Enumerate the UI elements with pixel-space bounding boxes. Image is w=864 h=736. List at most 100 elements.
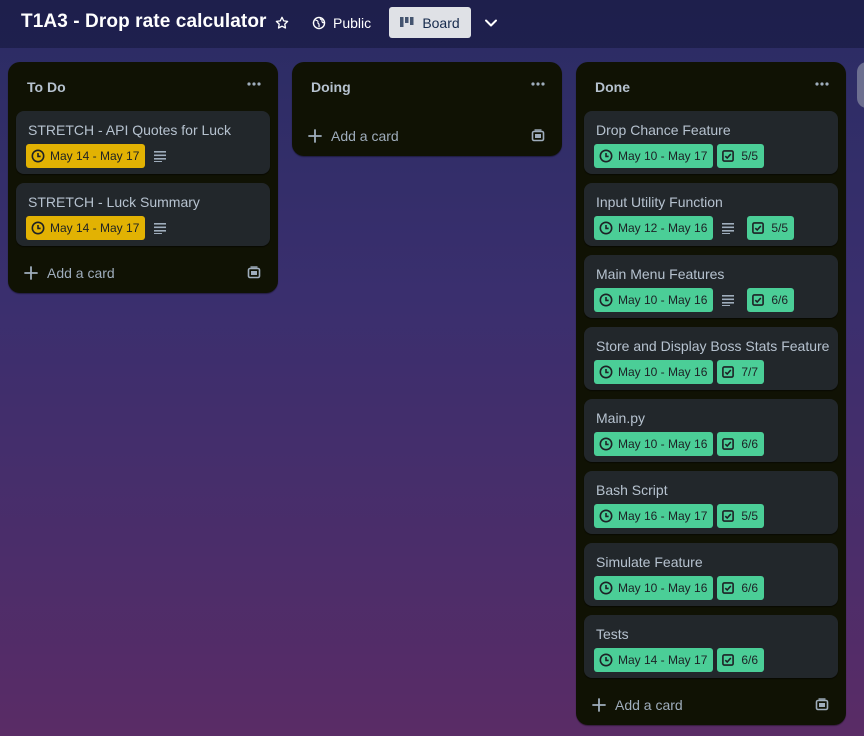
checklist-count: 6/6 [741,653,759,667]
checklist-count: 5/5 [741,149,759,163]
checklist-count: 5/5 [741,509,759,523]
clock-icon [599,149,613,163]
card[interactable]: Bash Script May 16 - May 17 5/5 [584,471,838,534]
checkbox-icon [722,654,735,666]
card-title: Main.py [596,410,646,426]
add-card-button[interactable]: Add a card [308,128,399,144]
checklist-badge: 5/5 [717,504,765,528]
checkbox-icon [722,582,735,594]
card-template-icon[interactable] [246,265,262,281]
plus-icon [24,266,38,280]
due-date-badge[interactable]: May 16 - May 17 [594,504,714,528]
due-date-badge[interactable]: May 12 - May 16 [594,216,714,240]
description-icon [154,220,170,236]
checkbox-icon [752,294,765,306]
list-title[interactable]: To Do [27,79,66,95]
due-date-badge[interactable]: May 14 - May 17 [26,144,146,168]
checklist-count: 7/7 [741,365,759,379]
views-dropdown-button[interactable] [480,10,502,36]
date-range: May 14 - May 17 [50,221,140,235]
card-badges: May 14 - May 17 [26,216,170,240]
chevron-down-icon [485,19,497,27]
plus-icon [592,698,606,712]
list-doing[interactable]: Doing Add a card [292,62,562,156]
due-date-badge[interactable]: May 10 - May 17 [594,144,714,168]
card-badges: May 10 - May 17 5/5 [594,144,765,168]
clock-icon [31,221,45,235]
list-to-do[interactable]: To Do STRETCH - API Quotes for Luck May … [8,62,278,293]
card-badges: May 14 - May 17 6/6 [594,648,765,672]
add-card-button[interactable]: Add a card [592,697,683,713]
checklist-badge: 6/6 [747,288,795,312]
clock-icon [599,365,613,379]
due-date-badge[interactable]: May 10 - May 16 [594,432,714,456]
card-title: Tests [596,626,629,642]
due-date-badge[interactable]: May 10 - May 16 [594,288,714,312]
checklist-badge: 5/5 [747,216,795,240]
card-badges: May 10 - May 16 6/6 [594,288,795,312]
due-date-badge[interactable]: May 14 - May 17 [26,216,146,240]
checklist-badge: 6/6 [717,648,765,672]
plus-icon [308,129,322,143]
card[interactable]: Main.py May 10 - May 16 6/6 [584,399,838,462]
checklist-count: 6/6 [741,437,759,451]
checklist-badge: 6/6 [717,576,765,600]
card[interactable]: Tests May 14 - May 17 6/6 [584,615,838,678]
add-list-button[interactable] [857,62,864,108]
list-menu-button[interactable] [812,76,832,92]
checklist-badge: 5/5 [717,144,765,168]
description-icon [722,220,738,236]
star-button[interactable] [270,10,294,36]
card[interactable]: STRETCH - API Quotes for Luck May 14 - M… [16,111,270,174]
list-menu-button[interactable] [528,76,548,92]
board-view-button[interactable]: Board [389,7,471,38]
card-title: Simulate Feature [596,554,703,570]
card[interactable]: Main Menu Features May 10 - May 16 6/6 [584,255,838,318]
date-range: May 16 - May 17 [618,509,708,523]
clock-icon [599,437,613,451]
checklist-badge: 7/7 [717,360,765,384]
card-template-icon[interactable] [530,128,546,144]
card-badges: May 10 - May 16 6/6 [594,432,765,456]
date-range: May 10 - May 16 [618,581,708,595]
visibility-button[interactable]: Public [312,10,371,36]
card-title: Drop Chance Feature [596,122,731,138]
more-icon [815,82,829,86]
date-range: May 14 - May 17 [618,653,708,667]
date-range: May 14 - May 17 [50,149,140,163]
card-template-icon[interactable] [814,697,830,713]
checkbox-icon [752,222,765,234]
description-icon [154,148,170,164]
globe-icon [312,16,326,30]
due-date-badge[interactable]: May 10 - May 16 [594,576,714,600]
card[interactable]: Drop Chance Feature May 10 - May 17 5/5 [584,111,838,174]
card-badges: May 14 - May 17 [26,144,170,168]
view-label: Board [422,14,460,31]
card[interactable]: STRETCH - Luck Summary May 14 - May 17 [16,183,270,246]
clock-icon [599,293,613,307]
star-icon [275,16,289,29]
card-badges: May 10 - May 16 6/6 [594,576,765,600]
checklist-badge: 6/6 [717,432,765,456]
checkbox-icon [722,438,735,450]
list-menu-button[interactable] [244,76,264,92]
card-title: Bash Script [596,482,668,498]
board-header: T1A3 - Drop rate calculator Public Board [0,0,864,48]
list-title[interactable]: Doing [311,79,351,95]
due-date-badge[interactable]: May 14 - May 17 [594,648,714,672]
card-badges: May 10 - May 16 7/7 [594,360,765,384]
more-icon [531,82,545,86]
card[interactable]: Input Utility Function May 12 - May 16 5… [584,183,838,246]
due-date-badge[interactable]: May 10 - May 16 [594,360,714,384]
list-done[interactable]: Done Drop Chance Feature May 10 - May 17… [576,62,846,725]
card-title: Input Utility Function [596,194,723,210]
checkbox-icon [722,366,735,378]
add-card-button[interactable]: Add a card [24,265,115,281]
board-icon [400,16,414,27]
card[interactable]: Simulate Feature May 10 - May 16 6/6 [584,543,838,606]
card[interactable]: Store and Display Boss Stats Feature May… [584,327,838,390]
checklist-count: 6/6 [771,293,789,307]
date-range: May 10 - May 17 [618,149,708,163]
board-title[interactable]: T1A3 - Drop rate calculator [21,11,267,33]
list-title[interactable]: Done [595,79,630,95]
